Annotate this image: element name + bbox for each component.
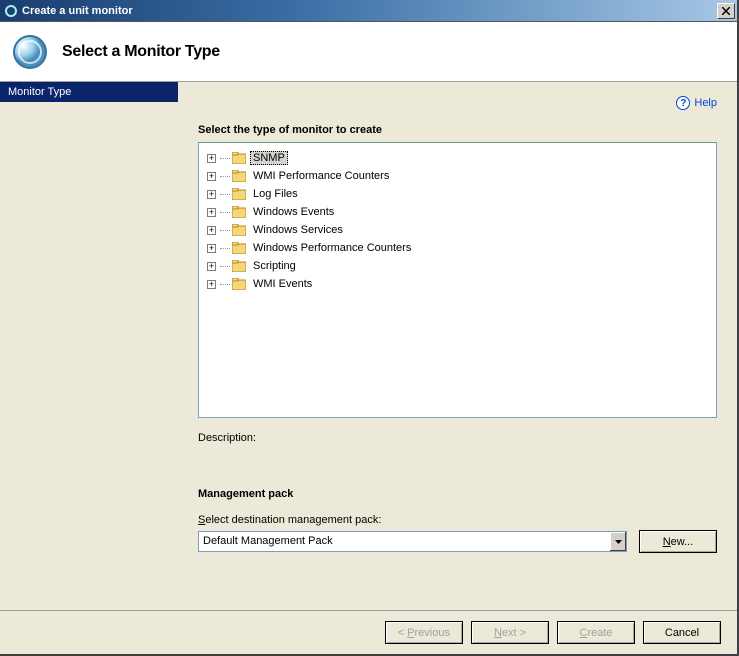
folder-icon: [232, 152, 246, 164]
content-area: ? Help Select the type of monitor to cre…: [178, 82, 737, 610]
expander-icon[interactable]: +: [207, 190, 216, 199]
tree-label: WMI Events: [250, 277, 315, 291]
close-button[interactable]: [717, 3, 735, 19]
expander-icon[interactable]: +: [207, 244, 216, 253]
folder-icon: [232, 224, 246, 236]
help-icon: ?: [676, 96, 690, 110]
expander-icon[interactable]: +: [207, 262, 216, 271]
tree-label: WMI Performance Counters: [250, 169, 392, 183]
tree-node-windows-services[interactable]: + Windows Services: [203, 221, 712, 239]
monitor-type-tree[interactable]: + SNMP + WMI Performance Counters + Log …: [198, 142, 717, 418]
cancel-button[interactable]: Cancel: [643, 621, 721, 644]
tree-label: Windows Events: [250, 205, 337, 219]
expander-icon[interactable]: +: [207, 172, 216, 181]
tree-label: Windows Services: [250, 223, 346, 237]
sidebar-item-monitor-type[interactable]: Monitor Type: [0, 82, 178, 102]
wizard-button-bar: < Previous Next > Create Cancel: [0, 610, 737, 654]
next-button: Next >: [471, 621, 549, 644]
management-pack-section: Management pack Select destination manag…: [198, 488, 717, 553]
expander-icon[interactable]: +: [207, 208, 216, 217]
header-panel: Select a Monitor Type: [0, 22, 737, 82]
tree-node-windows-events[interactable]: + Windows Events: [203, 203, 712, 221]
folder-icon: [232, 278, 246, 290]
tree-label: Windows Performance Counters: [250, 241, 414, 255]
page-title: Select a Monitor Type: [62, 43, 220, 61]
management-pack-combo[interactable]: Default Management Pack: [198, 531, 627, 552]
management-pack-header: Management pack: [198, 488, 717, 500]
tree-label: Scripting: [250, 259, 299, 273]
tree-node-wmi-perf[interactable]: + WMI Performance Counters: [203, 167, 712, 185]
combo-dropdown-button[interactable]: [609, 532, 626, 551]
tree-node-wmi-events[interactable]: + WMI Events: [203, 275, 712, 293]
folder-icon: [232, 206, 246, 218]
new-management-pack-button[interactable]: NNew...ew...: [639, 530, 717, 553]
folder-icon: [232, 260, 246, 272]
create-button: Create: [557, 621, 635, 644]
folder-icon: [232, 188, 246, 200]
tree-node-snmp[interactable]: + SNMP: [203, 149, 712, 167]
help-link[interactable]: ? Help: [676, 96, 717, 110]
monitor-sphere-icon: [10, 32, 50, 72]
expander-icon[interactable]: +: [207, 280, 216, 289]
tree-node-scripting[interactable]: + Scripting: [203, 257, 712, 275]
sidebar-item-label: Monitor Type: [8, 86, 71, 98]
tree-node-log-files[interactable]: + Log Files: [203, 185, 712, 203]
wizard-sidebar: Monitor Type: [0, 82, 178, 610]
folder-icon: [232, 170, 246, 182]
tree-section-label: Select the type of monitor to create: [198, 124, 717, 136]
app-icon: [4, 4, 18, 18]
combo-selected-value: Default Management Pack: [199, 532, 609, 551]
expander-icon[interactable]: +: [207, 154, 216, 163]
tree-label: Log Files: [250, 187, 301, 201]
previous-button: < Previous: [385, 621, 463, 644]
folder-icon: [232, 242, 246, 254]
titlebar: Create a unit monitor: [0, 0, 737, 22]
description-label: Description:: [198, 432, 717, 444]
window-title: Create a unit monitor: [22, 5, 717, 17]
tree-node-windows-perf[interactable]: + Windows Performance Counters: [203, 239, 712, 257]
tree-label: SNMP: [250, 151, 288, 165]
help-label: Help: [694, 97, 717, 109]
expander-icon[interactable]: +: [207, 226, 216, 235]
management-pack-sublabel: Select destination management pack:: [198, 514, 717, 526]
